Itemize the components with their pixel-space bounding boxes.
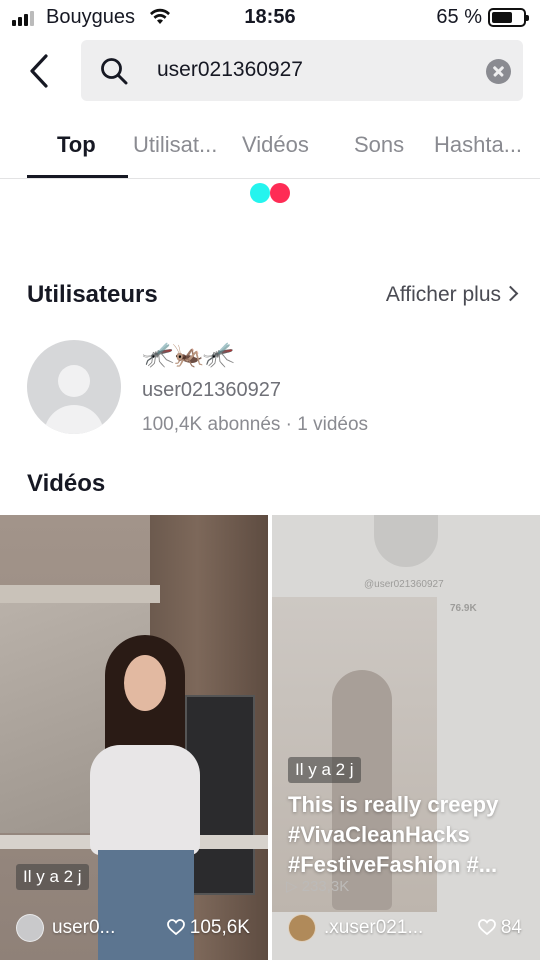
heart-icon	[166, 919, 185, 935]
search-query[interactable]: user021360927	[157, 58, 303, 82]
inner-plays-count: 233,3K	[301, 878, 350, 895]
video-time-badge: Il y a 2 j	[16, 864, 89, 890]
users-section-title: Utilisateurs	[27, 281, 158, 308]
tab-users[interactable]: Utilisat...	[133, 132, 217, 158]
video-footer: user0... 105,6K	[0, 900, 268, 960]
clear-search-icon[interactable]	[486, 59, 511, 84]
tab-hashtags[interactable]: Hashta...	[434, 132, 522, 158]
status-bar: Bouygues 18:56 65 %	[0, 0, 540, 36]
author-avatar[interactable]	[288, 914, 316, 942]
loader-dot-red	[270, 183, 290, 203]
user-stats: 100,4K abonnés · 1 vidéos	[142, 414, 369, 435]
author-avatar[interactable]	[16, 914, 44, 942]
active-tab-indicator	[27, 175, 128, 178]
search-input[interactable]: user021360927	[81, 40, 523, 101]
user-display-name: 🦟🦗🦟	[142, 339, 235, 369]
inner-handle: @user021360927	[364, 579, 444, 590]
video-caption: This is really creepy #VivaCleanHacks #F…	[288, 792, 499, 877]
video-card[interactable]: Il y a 2 j user0... 105,6K	[0, 515, 268, 960]
battery-icon	[488, 8, 529, 27]
tab-sounds[interactable]: Sons	[354, 132, 404, 158]
tab-top[interactable]: Top	[57, 132, 96, 158]
video-author[interactable]: user0...	[52, 917, 115, 939]
heart-icon	[477, 919, 496, 935]
back-button[interactable]	[22, 50, 58, 92]
battery-percent: 65 %	[436, 6, 482, 28]
video-likes: 84	[477, 917, 522, 939]
tab-videos[interactable]: Vidéos	[242, 132, 309, 158]
video-author[interactable]: .xuser021...	[324, 917, 423, 939]
search-tabs: Top Utilisat... Vidéos Sons Hashta...	[0, 116, 540, 179]
inner-count: 76.9K	[450, 603, 477, 614]
video-card[interactable]: @user021360927 76.9K ▷ 233,3K Il y a 2 j…	[272, 515, 540, 960]
loading-indicator	[250, 183, 292, 203]
loader-dot-cyan	[250, 183, 270, 203]
video-likes-count: 84	[500, 917, 522, 938]
video-likes: 105,6K	[166, 917, 250, 939]
videos-section-title: Vidéos	[27, 470, 106, 497]
search-icon	[101, 58, 128, 85]
see-more-label[interactable]: Afficher plus	[386, 283, 501, 306]
inner-avatar	[374, 515, 438, 567]
video-time-badge: Il y a 2 j	[288, 757, 361, 783]
user-result[interactable]: 🦟🦗🦟 user021360927 100,4K abonnés · 1 vid…	[0, 335, 540, 445]
see-more-link[interactable]: Afficher plus	[386, 283, 519, 307]
chevron-right-icon	[502, 285, 519, 302]
avatar[interactable]	[27, 340, 121, 434]
battery-level	[492, 12, 512, 23]
video-likes-count: 105,6K	[189, 917, 250, 938]
video-footer: .xuser021... 84	[272, 900, 540, 960]
user-username: user021360927	[142, 379, 282, 401]
